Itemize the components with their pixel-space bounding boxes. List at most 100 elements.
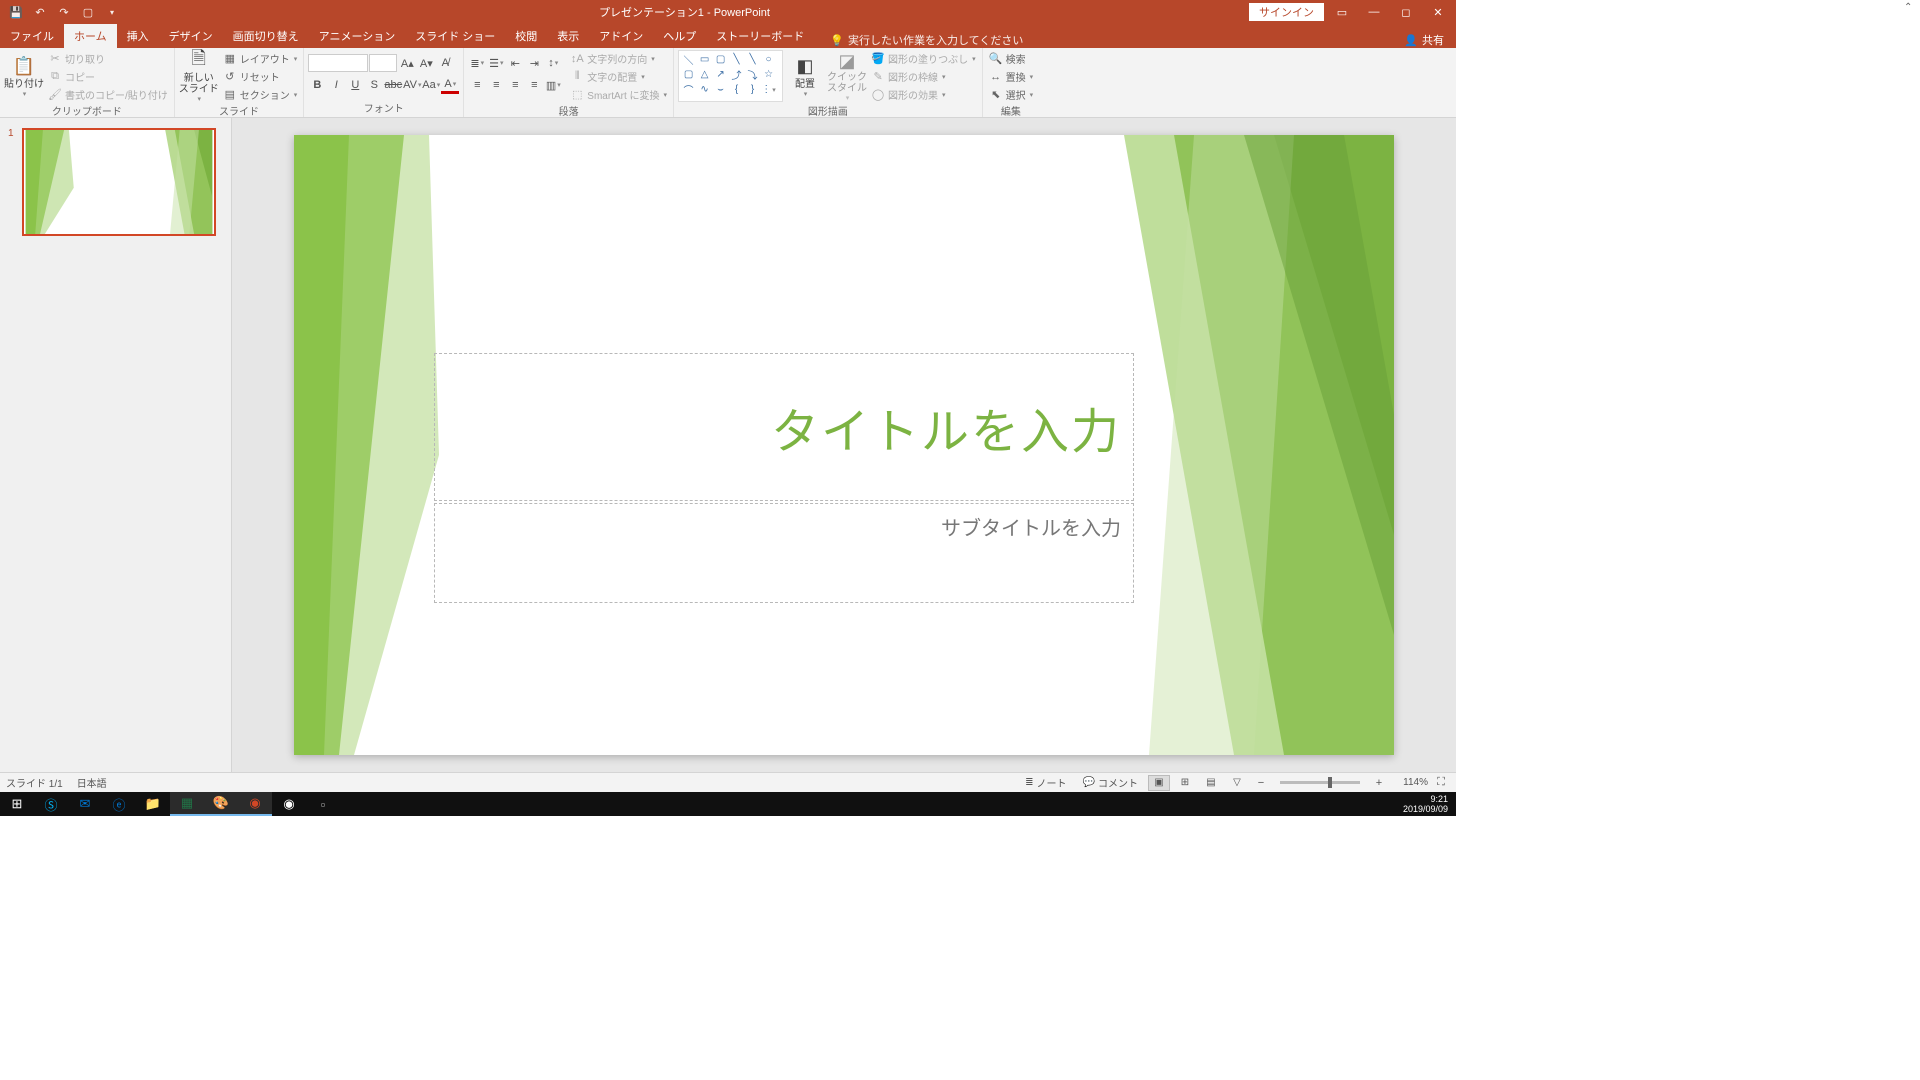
align-center-icon[interactable]: ≡ <box>487 76 505 94</box>
change-case-icon[interactable]: Aa <box>422 76 440 94</box>
undo-icon[interactable]: ↶ <box>32 4 48 20</box>
shape-line3-icon[interactable]: ╲ <box>745 53 760 66</box>
normal-view-icon[interactable]: ▣ <box>1148 775 1170 791</box>
align-text-button[interactable]: ⫴文字の配置 <box>568 68 669 85</box>
text-direction-button[interactable]: ↕A文字列の方向 <box>568 50 669 67</box>
shape-conn2-icon[interactable]: ⤵ <box>745 68 760 81</box>
shape-curve-icon[interactable]: ⌒ <box>681 83 696 96</box>
font-color-icon[interactable]: A <box>441 76 459 94</box>
tab-home[interactable]: ホーム <box>64 24 117 48</box>
shadow-icon[interactable]: S <box>365 76 383 94</box>
shape-line2-icon[interactable]: ╲ <box>729 53 744 66</box>
maximize-button[interactable]: ◻ <box>1392 2 1420 22</box>
close-button[interactable]: ✕ <box>1424 2 1452 22</box>
slide-canvas-area[interactable]: タイトルを入力 サブタイトルを入力 <box>232 118 1456 772</box>
zoom-out-icon[interactable]: − <box>1252 774 1270 792</box>
collapse-ribbon-icon[interactable]: ⌃ <box>1904 2 1918 16</box>
section-button[interactable]: ▤セクション <box>221 86 300 103</box>
format-painter-button[interactable]: 🖌書式のコピー/貼り付け <box>46 86 170 103</box>
system-tray[interactable]: 9:21 2019/09/09 <box>1403 794 1456 814</box>
slide-sorter-view-icon[interactable]: ⊞ <box>1174 775 1196 791</box>
replace-button[interactable]: ↔置換 <box>987 68 1036 85</box>
zoom-in-icon[interactable]: + <box>1370 774 1388 792</box>
shape-outline-button[interactable]: ✎図形の枠線 <box>869 68 978 85</box>
taskbar-edge-icon[interactable]: ⓔ <box>102 792 136 816</box>
decrease-font-icon[interactable]: A▾ <box>417 54 435 72</box>
clear-formatting-icon[interactable]: A̸ <box>436 54 454 72</box>
shape-brace2-icon[interactable]: } <box>745 83 760 96</box>
shape-rect2-icon[interactable]: ▢ <box>713 53 728 66</box>
slide-counter[interactable]: スライド 1/1 <box>6 775 63 790</box>
shape-brace-icon[interactable]: { <box>729 83 744 96</box>
tab-addins[interactable]: アドイン <box>589 24 653 48</box>
thumbnail-item[interactable]: 1 <box>8 128 223 236</box>
shape-arrow-icon[interactable]: ↗ <box>713 68 728 81</box>
thumbnail-slide-1[interactable] <box>22 128 216 236</box>
zoom-slider[interactable] <box>1280 781 1360 784</box>
shape-conn-icon[interactable]: ⤴ <box>729 68 744 81</box>
start-button[interactable]: ⊞ <box>0 792 34 816</box>
zoom-slider-thumb[interactable] <box>1328 777 1332 788</box>
layout-button[interactable]: ▦レイアウト <box>221 50 300 67</box>
italic-icon[interactable]: I <box>327 76 345 94</box>
shape-effects-button[interactable]: ◯図形の効果 <box>869 86 978 103</box>
tab-view[interactable]: 表示 <box>547 24 589 48</box>
increase-indent-icon[interactable]: ⇥ <box>525 54 543 72</box>
reset-button[interactable]: ↺リセット <box>221 68 300 85</box>
shape-oval-icon[interactable]: ○ <box>761 53 776 66</box>
cut-button[interactable]: ✂切り取り <box>46 50 170 67</box>
notes-button[interactable]: ≣ノート <box>1019 775 1072 790</box>
taskbar-outlook-icon[interactable]: ✉ <box>68 792 102 816</box>
tab-insert[interactable]: 挿入 <box>117 24 159 48</box>
strikethrough-icon[interactable]: abc <box>384 76 402 94</box>
subtitle-placeholder[interactable]: サブタイトルを入力 <box>434 503 1134 603</box>
shape-line-icon[interactable]: ＼ <box>681 53 696 66</box>
ribbon-display-options-icon[interactable]: ▭ <box>1328 2 1356 22</box>
align-right-icon[interactable]: ≡ <box>506 76 524 94</box>
tab-slideshow[interactable]: スライド ショー <box>405 24 505 48</box>
taskbar-app-icon[interactable]: ▫ <box>306 792 340 816</box>
tab-animations[interactable]: アニメーション <box>309 24 406 48</box>
taskbar-chrome-icon[interactable]: ◉ <box>272 792 306 816</box>
shape-rect-icon[interactable]: ▭ <box>697 53 712 66</box>
smartart-button[interactable]: ⬚SmartArt に変換 <box>568 86 669 103</box>
zoom-level[interactable]: 114% <box>1392 777 1428 788</box>
shapes-more-icon[interactable]: ⋮ <box>761 83 776 96</box>
slide-thumbnails-panel[interactable]: 1 <box>0 118 232 772</box>
save-icon[interactable]: 💾 <box>8 4 24 20</box>
shape-tri-icon[interactable]: △ <box>697 68 712 81</box>
columns-icon[interactable]: ▥ <box>544 76 562 94</box>
qat-customize-icon[interactable]: ▾ <box>104 4 120 20</box>
start-from-beginning-icon[interactable]: ▢ <box>80 4 96 20</box>
taskbar-paint-icon[interactable]: 🎨 <box>204 792 238 816</box>
underline-icon[interactable]: U <box>346 76 364 94</box>
new-slide-button[interactable]: 🗎 新しい スライド <box>179 50 219 102</box>
share-button[interactable]: 👤 共有 <box>1392 32 1456 48</box>
fit-to-window-icon[interactable]: ⛶ <box>1432 774 1450 792</box>
tab-storyboard[interactable]: ストーリーボード <box>706 24 814 48</box>
quick-styles-button[interactable]: ◪ クイック スタイル <box>827 50 867 102</box>
tab-review[interactable]: 校閲 <box>505 24 547 48</box>
taskbar-excel-icon[interactable]: ▦ <box>170 792 204 816</box>
numbering-icon[interactable]: ☰ <box>487 54 505 72</box>
font-size-input[interactable] <box>369 54 397 72</box>
copy-button[interactable]: ⧉コピー <box>46 68 170 85</box>
align-left-icon[interactable]: ≡ <box>468 76 486 94</box>
taskbar-powerpoint-icon[interactable]: ◉ <box>238 792 272 816</box>
taskbar-explorer-icon[interactable]: 📁 <box>136 792 170 816</box>
arrange-button[interactable]: ◧ 配置 <box>785 50 825 102</box>
char-spacing-icon[interactable]: AV <box>403 76 421 94</box>
shape-fill-button[interactable]: 🪣図形の塗りつぶし <box>869 50 978 67</box>
increase-font-icon[interactable]: A▴ <box>398 54 416 72</box>
taskbar-skype-icon[interactable]: Ⓢ <box>34 792 68 816</box>
tell-me-search[interactable]: 💡 実行したい作業を入力してください <box>822 32 1031 48</box>
shape-curve3-icon[interactable]: ⌣ <box>713 83 728 96</box>
tab-file[interactable]: ファイル <box>0 24 64 48</box>
title-placeholder[interactable]: タイトルを入力 <box>434 353 1134 501</box>
line-spacing-icon[interactable]: ↕ <box>544 54 562 72</box>
tab-design[interactable]: デザイン <box>159 24 223 48</box>
shapes-gallery[interactable]: ＼▭▢╲╲○ ▢△↗⤴⤵☆ ⌒∿⌣{}⋮ <box>678 50 783 102</box>
bullets-icon[interactable]: ≣ <box>468 54 486 72</box>
slideshow-view-icon[interactable]: ▽ <box>1226 775 1248 791</box>
bold-icon[interactable]: B <box>308 76 326 94</box>
